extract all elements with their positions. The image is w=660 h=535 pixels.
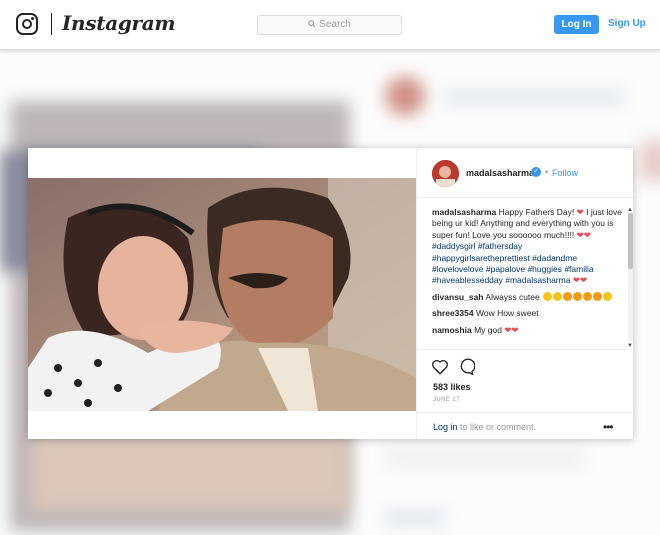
likes-count[interactable]: 583 likes (433, 382, 471, 392)
comment-item: divansu_sah Alwayss cutee (432, 291, 622, 303)
caption-text-1: Happy Fathers Day! (498, 207, 575, 217)
heart-eyes-emoji-icon (583, 291, 593, 301)
comments-scrollbar[interactable]: ▲ ▼ (627, 207, 633, 349)
comment-item: shree3354 Wow How sweet (432, 308, 622, 319)
login-button[interactable]: Log In (554, 15, 599, 34)
follow-button[interactable]: Follow (552, 168, 578, 178)
instagram-logo-icon[interactable] (16, 13, 38, 35)
post-username[interactable]: madalsasharma (466, 168, 534, 178)
heart-emoji-icon: ❤❤ (576, 229, 591, 240)
heart-eyes-emoji-icon (593, 291, 603, 301)
comment-author[interactable]: shree3354 (432, 308, 474, 318)
search-icon (308, 20, 316, 28)
post-photo-area[interactable] (28, 148, 416, 439)
post-header: madalsasharma ✓ • Follow (417, 148, 633, 198)
heart-emoji-icon: ❤ (576, 207, 584, 217)
separator-dot: • (545, 167, 549, 177)
caption: madalsasharma Happy Fathers Day! ❤ I jus… (432, 207, 622, 287)
post-date[interactable]: JUNE 17 (433, 397, 460, 403)
post-actions: 583 likes JUNE 17 Log in to like or comm… (417, 349, 634, 439)
login-prompt: Log in to like or comment. (433, 422, 536, 432)
search-input[interactable]: Search (257, 15, 402, 35)
smile-emoji-icon (543, 291, 553, 301)
heart-eyes-emoji-icon (563, 291, 573, 301)
smile-emoji-icon (553, 291, 563, 301)
heart-emoji-icon: ❤❤ (572, 275, 588, 286)
post-photo (28, 178, 416, 411)
login-prompt-text: to like or comment. (457, 422, 537, 432)
heart-eyes-emoji-icon (573, 291, 583, 301)
comment-text: Wow How sweet (475, 308, 539, 319)
scrollbar-thumb[interactable] (628, 213, 633, 269)
comment-item: namoshia My god ❤❤ (432, 325, 622, 336)
top-navigation-bar: Instagram Search Log In Sign Up (0, 0, 660, 50)
more-options-icon[interactable]: ••• (603, 420, 614, 434)
login-prompt-bar: Log in to like or comment. ••• (417, 412, 634, 440)
login-link[interactable]: Log in (433, 422, 458, 432)
avatar[interactable] (432, 160, 459, 187)
instagram-wordmark[interactable]: Instagram (62, 11, 176, 35)
caption-author[interactable]: madalsasharma (432, 207, 496, 217)
comment-author[interactable]: divansu_sah (432, 292, 484, 302)
logo-divider (51, 13, 52, 35)
kiss-emoji-icon (603, 291, 613, 301)
verified-badge-icon: ✓ (531, 167, 541, 177)
comment-author[interactable]: namoshia (432, 325, 472, 335)
hashtag-link[interactable]: #daddysgirl (432, 241, 475, 251)
search-placeholder: Search (319, 19, 351, 30)
heart-emoji-icon: ❤❤ (504, 324, 519, 335)
post-modal: madalsasharma ✓ • Follow madalsasharma H… (28, 148, 634, 439)
heart-icon[interactable] (431, 358, 449, 376)
comment-icon[interactable] (457, 358, 475, 376)
comment-text: Alwayss cutee (485, 291, 540, 302)
signup-link[interactable]: Sign Up (608, 18, 646, 29)
comment-text: My god (474, 324, 502, 335)
post-side-panel: madalsasharma ✓ • Follow madalsasharma H… (416, 148, 634, 439)
comments-list[interactable]: madalsasharma Happy Fathers Day! ❤ I jus… (432, 207, 622, 349)
